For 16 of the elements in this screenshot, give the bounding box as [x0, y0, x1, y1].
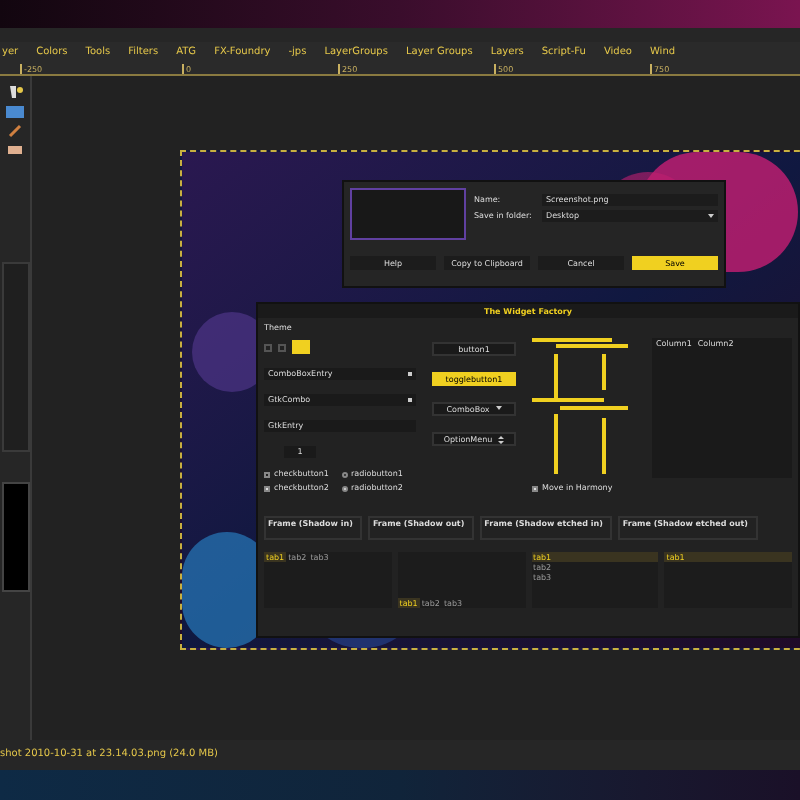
caret-icon [495, 405, 502, 413]
thumbnail-preview [350, 188, 466, 240]
scrollbars-drawing[interactable] [532, 338, 628, 478]
radio-button[interactable] [341, 485, 347, 491]
radio-button[interactable] [341, 471, 347, 477]
caret-icon [498, 435, 505, 443]
pointer-icon[interactable] [7, 84, 23, 100]
checkbox[interactable] [264, 485, 270, 491]
eraser-icon[interactable] [8, 144, 22, 156]
theme-swatch[interactable] [264, 343, 272, 351]
theme-swatch[interactable] [292, 340, 310, 354]
checkbox[interactable] [532, 485, 538, 491]
checkbox[interactable] [264, 471, 270, 477]
brush-icon[interactable] [8, 124, 22, 138]
caret-icon [708, 214, 714, 218]
theme-swatch[interactable] [278, 343, 286, 351]
